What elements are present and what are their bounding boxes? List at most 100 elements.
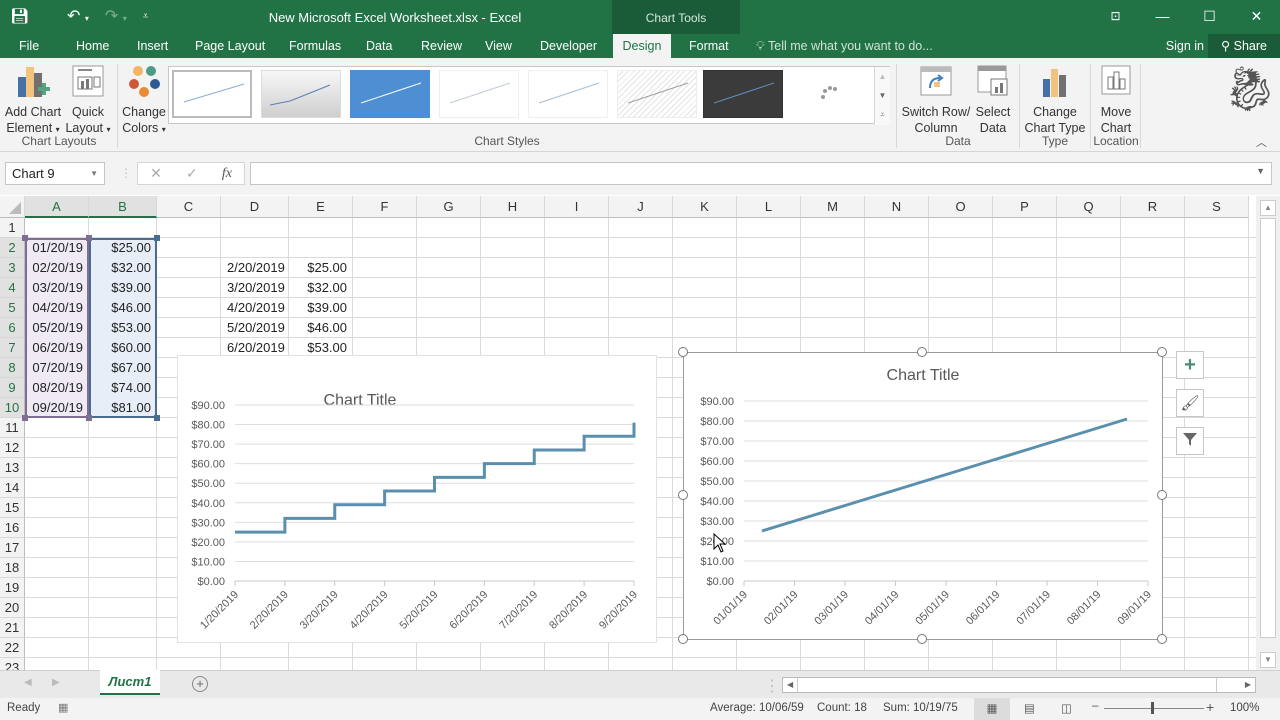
resize-handle[interactable]: [678, 490, 688, 500]
row-header-17[interactable]: 17: [0, 538, 25, 558]
row-header-15[interactable]: 15: [0, 498, 25, 518]
tab-developer[interactable]: Developer: [531, 34, 606, 58]
cell-d3[interactable]: 2/20/2019: [221, 258, 289, 278]
scroll-thumb[interactable]: [1260, 218, 1276, 638]
select-data-button[interactable]: Select Data: [974, 62, 1012, 136]
column-header-l[interactable]: L: [737, 196, 801, 218]
gallery-up-icon[interactable]: ▲: [875, 67, 890, 86]
sheet-tab[interactable]: Лист1: [100, 670, 160, 695]
row-header-8[interactable]: 8: [0, 358, 25, 378]
tell-me-search[interactable]: 💡︎ Tell me what you want to do...: [756, 34, 933, 58]
cell-b8[interactable]: $67.00: [89, 358, 157, 378]
column-header-k[interactable]: K: [673, 196, 737, 218]
change-chart-type-button[interactable]: Change Chart Type: [1022, 62, 1088, 136]
cell-d6[interactable]: 5/20/2019: [221, 318, 289, 338]
cell-b2[interactable]: $25.00: [89, 238, 157, 258]
chart-2[interactable]: Chart Title$0.00$10.00$20.00$30.00$40.00…: [683, 352, 1163, 640]
resize-handle[interactable]: [917, 347, 927, 357]
vertical-scrollbar[interactable]: ▲ ▼: [1256, 196, 1280, 670]
zoom-slider-thumb[interactable]: [1151, 702, 1154, 714]
cell-a9[interactable]: 08/20/19: [25, 378, 89, 398]
expand-formula-bar-icon[interactable]: ▼: [1256, 166, 1265, 176]
cell-b6[interactable]: $53.00: [89, 318, 157, 338]
cell-e6[interactable]: $46.00: [289, 318, 353, 338]
close-icon[interactable]: ✕: [1233, 0, 1280, 32]
ribbon-display-options-icon[interactable]: ⊡: [1092, 0, 1139, 32]
row-header-5[interactable]: 5: [0, 298, 25, 318]
row-header-13[interactable]: 13: [0, 458, 25, 478]
formula-bar-grip[interactable]: ⋮: [120, 166, 132, 180]
share-button[interactable]: ⚲ Share: [1208, 34, 1280, 58]
new-sheet-button[interactable]: +: [192, 676, 208, 692]
minimize-icon[interactable]: —: [1139, 0, 1186, 32]
gallery-down-icon[interactable]: ▼: [875, 86, 890, 105]
cell-b9[interactable]: $74.00: [89, 378, 157, 398]
row-header-12[interactable]: 12: [0, 438, 25, 458]
cell-e5[interactable]: $39.00: [289, 298, 353, 318]
worksheet-grid[interactable]: A B C D E F G H I J K L M N O P Q R S 1 2 3 4 5 6 7 8 9 10 11 12 13 14 15…: [0, 196, 1256, 670]
chart-elements-button[interactable]: +: [1176, 351, 1204, 379]
tab-review[interactable]: Review: [412, 34, 471, 58]
zoom-slider[interactable]: [1104, 702, 1204, 714]
add-chart-element-button[interactable]: Add Chart Element ▾: [4, 62, 62, 138]
row-header-18[interactable]: 18: [0, 558, 25, 578]
cell-b4[interactable]: $39.00: [89, 278, 157, 298]
resize-handle[interactable]: [678, 347, 688, 357]
cell-a7[interactable]: 06/20/19: [25, 338, 89, 358]
maximize-icon[interactable]: ☐: [1186, 0, 1233, 32]
column-header-n[interactable]: N: [865, 196, 929, 218]
hscroll-thumb[interactable]: [797, 678, 1217, 692]
cell-b3[interactable]: $32.00: [89, 258, 157, 278]
column-header-i[interactable]: I: [545, 196, 609, 218]
row-header-22[interactable]: 22: [0, 638, 25, 658]
insert-function-button[interactable]: fx: [222, 166, 232, 182]
scroll-down-icon[interactable]: ▼: [1260, 652, 1276, 668]
chart-style-4[interactable]: [439, 70, 519, 118]
cell-a5[interactable]: 04/20/19: [25, 298, 89, 318]
tab-design[interactable]: Design: [613, 34, 671, 58]
row-header-19[interactable]: 19: [0, 578, 25, 598]
row-header-7[interactable]: 7: [0, 338, 25, 358]
cell-b5[interactable]: $46.00: [89, 298, 157, 318]
tab-data[interactable]: Data: [357, 34, 401, 58]
gallery-more-icon[interactable]: ⩡: [875, 105, 890, 124]
cell-e4[interactable]: $32.00: [289, 278, 353, 298]
cell-d5[interactable]: 4/20/2019: [221, 298, 289, 318]
zoom-in-icon[interactable]: +: [1206, 699, 1214, 715]
chart-styles-button[interactable]: 🖌︎: [1176, 389, 1204, 417]
row-header-11[interactable]: 11: [0, 418, 25, 438]
chart-style-5[interactable]: [528, 70, 608, 118]
column-header-c[interactable]: C: [157, 196, 221, 218]
column-header-o[interactable]: O: [929, 196, 993, 218]
chart-filters-button[interactable]: [1176, 427, 1204, 455]
move-chart-button[interactable]: Move Chart: [1093, 62, 1139, 136]
zoom-level[interactable]: 100%: [1230, 702, 1259, 714]
column-header-g[interactable]: G: [417, 196, 481, 218]
switch-row-column-button[interactable]: Switch Row/ Column: [900, 62, 972, 136]
column-header-m[interactable]: M: [801, 196, 865, 218]
row-header-20[interactable]: 20: [0, 598, 25, 618]
row-header-16[interactable]: 16: [0, 518, 25, 538]
scroll-right-icon[interactable]: ▶: [1245, 678, 1251, 692]
resize-handle[interactable]: [917, 634, 927, 644]
tab-home[interactable]: Home: [67, 34, 118, 58]
row-header-23[interactable]: 23: [0, 658, 25, 670]
change-colors-button[interactable]: Change Colors ▾: [120, 62, 168, 138]
horizontal-scrollbar[interactable]: ◀ ▶: [782, 677, 1256, 693]
column-header-e[interactable]: E: [289, 196, 353, 218]
column-header-q[interactable]: Q: [1057, 196, 1121, 218]
next-sheet-icon[interactable]: ▶: [52, 677, 60, 688]
chart-style-6[interactable]: [617, 70, 697, 118]
cell-a6[interactable]: 05/20/19: [25, 318, 89, 338]
cell-d4[interactable]: 3/20/2019: [221, 278, 289, 298]
row-header-14[interactable]: 14: [0, 478, 25, 498]
cell-a4[interactable]: 03/20/19: [25, 278, 89, 298]
row-header-4[interactable]: 4: [0, 278, 25, 298]
quick-layout-button[interactable]: Quick Layout ▾: [64, 62, 112, 138]
scroll-up-icon[interactable]: ▲: [1260, 200, 1276, 216]
cell-e3[interactable]: $25.00: [289, 258, 353, 278]
prev-sheet-icon[interactable]: ◀: [24, 677, 32, 688]
column-header-f[interactable]: F: [353, 196, 417, 218]
cell-b7[interactable]: $60.00: [89, 338, 157, 358]
column-header-p[interactable]: P: [993, 196, 1057, 218]
